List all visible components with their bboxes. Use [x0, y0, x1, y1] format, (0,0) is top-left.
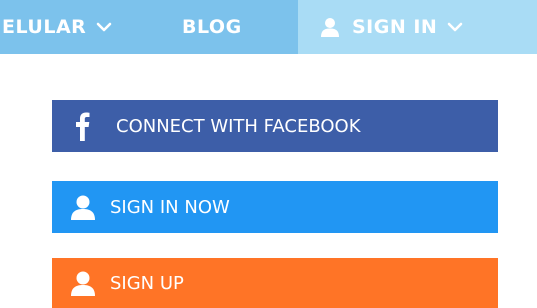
nav-blog-label: BLOG	[182, 16, 242, 38]
nav-item-sign-in[interactable]: SIGN IN	[298, 0, 537, 54]
user-icon	[71, 271, 95, 296]
nav-signin-label: SIGN IN	[352, 16, 438, 38]
nav-item-blog[interactable]: BLOG	[182, 0, 282, 54]
nav-item-cellular[interactable]: ELULAR	[0, 0, 165, 54]
chevron-down-icon	[96, 22, 112, 32]
sign-up-button[interactable]: SIGN UP	[52, 258, 498, 308]
sign-in-now-label: SIGN IN NOW	[110, 196, 230, 218]
connect-facebook-label: CONNECT WITH FACEBOOK	[116, 115, 361, 137]
sign-in-now-button[interactable]: SIGN IN NOW	[52, 181, 498, 233]
user-icon	[71, 195, 95, 220]
nav-cellular-label: ELULAR	[2, 16, 87, 38]
top-navigation: ELULAR BLOG SIGN IN	[0, 0, 537, 54]
facebook-icon	[76, 112, 90, 141]
user-icon	[321, 18, 339, 37]
sign-up-label: SIGN UP	[110, 272, 184, 294]
connect-facebook-button[interactable]: CONNECT WITH FACEBOOK	[52, 100, 498, 152]
chevron-down-icon	[448, 22, 463, 32]
